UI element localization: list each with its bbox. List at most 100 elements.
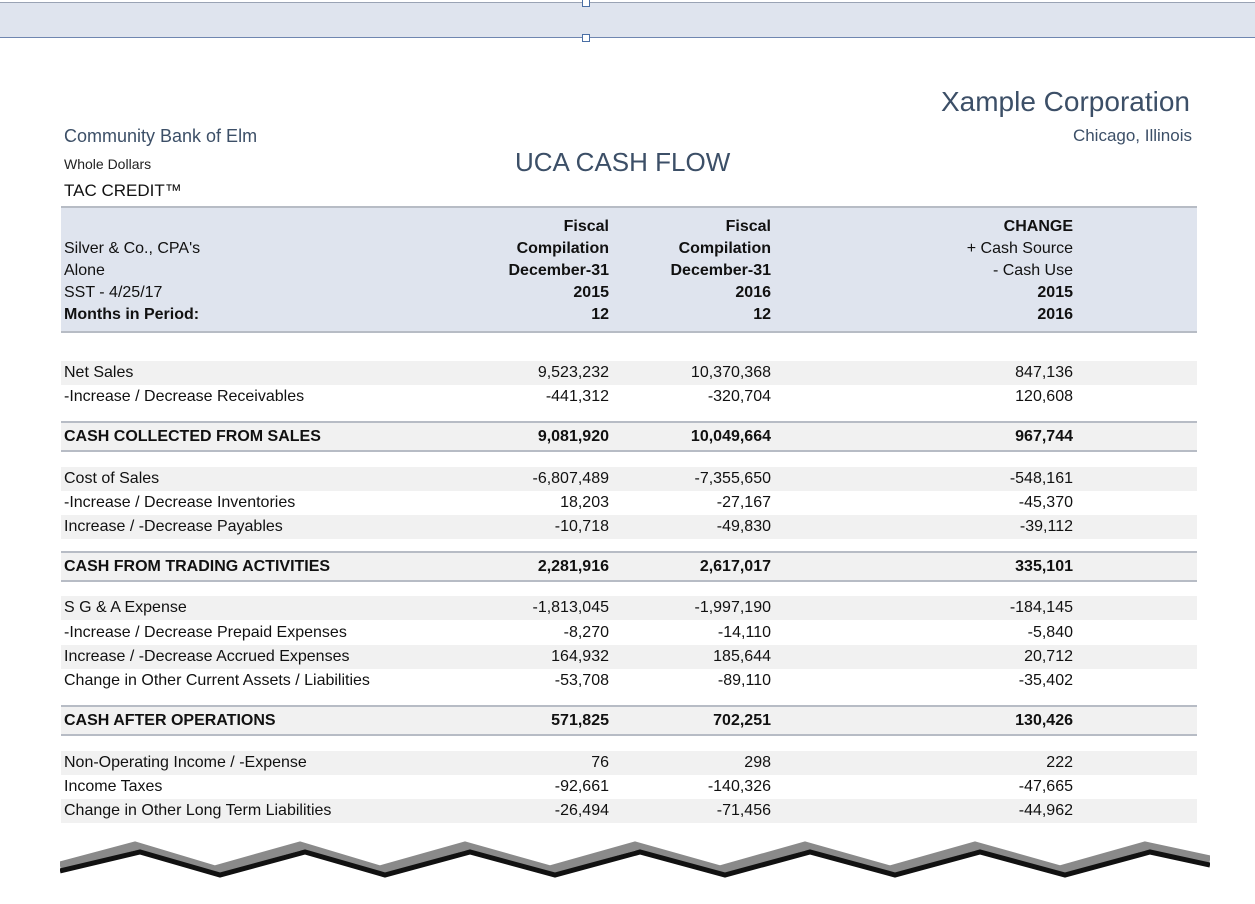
row-value-2016: 10,049,664 [690,428,771,445]
total-row: CASH FROM TRADING ACTIVITIES 2,281,916 2… [61,551,1197,582]
table-row: Change in Other Current Assets / Liabili… [61,669,1197,693]
row-label: Non-Operating Income / -Expense [64,754,307,771]
row-value-change: 130,426 [1015,712,1073,729]
row-label: Income Taxes [64,778,163,795]
page-break-zigzag [60,841,1210,878]
row-value-2015: -10,718 [554,518,609,535]
row-value-change: 335,101 [1015,558,1073,575]
report-header: Xample Corporation Chicago, Illinois Com… [0,0,1255,210]
col1-header-line: 2015 [573,284,609,301]
col1-header-line: 12 [591,306,609,323]
row-value-change: 967,744 [1015,428,1073,445]
row-label: Change in Other Long Term Liabilities [64,802,332,819]
table-row: Change in Other Long Term Liabilities -2… [61,799,1197,823]
row-value-2016: 10,370,368 [690,364,771,381]
company-name: Xample Corporation [940,86,1190,117]
row-value-2016: -140,326 [707,778,771,795]
row-value-2015: -1,813,045 [532,599,609,616]
row-value-change: -35,402 [1018,672,1073,689]
row-value-2016: -7,355,650 [694,470,771,487]
row-value-2016: -89,110 [717,672,771,689]
row-value-change: 20,712 [1024,648,1073,665]
report-title: UCA CASH FLOW [515,147,731,177]
row-value-2015: 571,825 [551,712,609,729]
row-label: -Increase / Decrease Prepaid Expenses [64,624,347,641]
table-row: Cost of Sales -6,807,489 -7,355,650 -548… [61,467,1197,491]
row-label: Cost of Sales [64,470,160,487]
row-value-2016: -320,704 [707,388,771,405]
row-value-2015: -8,270 [563,624,609,641]
row-value-2015: 9,523,232 [537,364,609,381]
row-label: -Increase / Decrease Receivables [64,388,305,405]
col3-header-line: + Cash Source [966,240,1073,257]
table-row: Increase / -Decrease Payables -10,718 -4… [61,515,1197,539]
table-row: -Increase / Decrease Inventories 18,203 … [61,491,1197,515]
row-value-change: -39,112 [1019,518,1073,535]
row-label: CASH FROM TRADING ACTIVITIES [64,558,331,575]
table-row: -Increase / Decrease Receivables -441,31… [61,385,1197,409]
row-value-2016: 298 [744,754,771,771]
col2-header-line: 2016 [735,284,771,301]
table-row: Non-Operating Income / -Expense 76 298 2… [61,751,1197,775]
row-value-change: -47,665 [1018,778,1073,795]
col1-header-line: December-31 [508,262,610,279]
row-value-change: 120,608 [1015,388,1073,405]
row-value-2016: 702,251 [713,712,771,729]
row-value-2016: -71,456 [716,802,771,819]
row-value-change: -44,962 [1018,802,1073,819]
table-row: Net Sales 9,523,232 10,370,368 847,136 [61,361,1197,385]
row-value-change: -548,161 [1009,470,1073,487]
col3-header-line: 2015 [1037,284,1073,301]
table-row: Increase / -Decrease Accrued Expenses 16… [61,645,1197,669]
row-label: Net Sales [64,364,134,381]
row-value-change: -5,840 [1027,624,1073,641]
report-type: Alone [64,262,105,279]
row-value-2015: 18,203 [560,494,609,511]
row-value-change: 847,136 [1015,364,1073,381]
row-value-change: -184,145 [1009,599,1073,616]
column-header: Silver & Co., CPA's Alone SST - 4/25/17 … [61,206,1197,333]
row-value-2016: 185,644 [713,648,771,665]
row-value-2015: 9,081,920 [537,428,609,445]
col1-header-line: Compilation [516,240,609,257]
row-value-2015: 164,932 [551,648,609,665]
row-value-2015: -53,708 [554,672,609,689]
months-label: Months in Period: [64,306,200,323]
table-row: S G & A Expense -1,813,045 -1,997,190 -1… [61,596,1197,620]
col3-header-line: 2016 [1037,306,1073,323]
row-label: CASH COLLECTED FROM SALES [64,428,321,445]
total-row: CASH AFTER OPERATIONS 571,825 702,251 13… [61,705,1197,736]
row-value-change: 222 [1046,754,1073,771]
row-value-2015: 76 [591,754,609,771]
row-value-2015: -92,661 [554,778,609,795]
report-date: SST - 4/25/17 [64,284,163,301]
col2-header-line: Compilation [678,240,771,257]
row-value-2015: 2,281,916 [537,558,609,575]
col1-header-line: Fiscal [563,218,609,235]
table-row: Income Taxes -92,661 -140,326 -47,665 [61,775,1197,799]
product-name: TAC CREDIT™ [64,181,182,200]
col2-header-line: December-31 [670,262,772,279]
row-value-2015: -441,312 [545,388,609,405]
row-label: Increase / -Decrease Payables [64,518,283,535]
row-label: -Increase / Decrease Inventories [64,494,296,511]
row-value-2015: -6,807,489 [532,470,609,487]
row-label: S G & A Expense [64,599,187,616]
total-row: CASH COLLECTED FROM SALES 9,081,920 10,0… [61,421,1197,452]
row-label: Increase / -Decrease Accrued Expenses [64,648,350,665]
col3-header-line: - Cash Use [992,262,1073,279]
bank-name: Community Bank of Elm [64,126,258,146]
row-value-2016: -27,167 [716,494,771,511]
row-label: Change in Other Current Assets / Liabili… [64,672,370,689]
col3-header-line: CHANGE [1003,218,1073,235]
col2-header-line: 12 [753,306,771,323]
company-location: Chicago, Illinois [1072,126,1192,145]
row-value-2016: -49,830 [716,518,771,535]
row-value-2015: -26,494 [554,802,609,819]
row-label: CASH AFTER OPERATIONS [64,712,276,729]
preparer-name: Silver & Co., CPA's [64,240,201,257]
row-value-2016: -14,110 [717,624,771,641]
units-label: Whole Dollars [64,156,152,172]
row-value-2016: 2,617,017 [699,558,771,575]
row-value-change: -45,370 [1018,494,1073,511]
